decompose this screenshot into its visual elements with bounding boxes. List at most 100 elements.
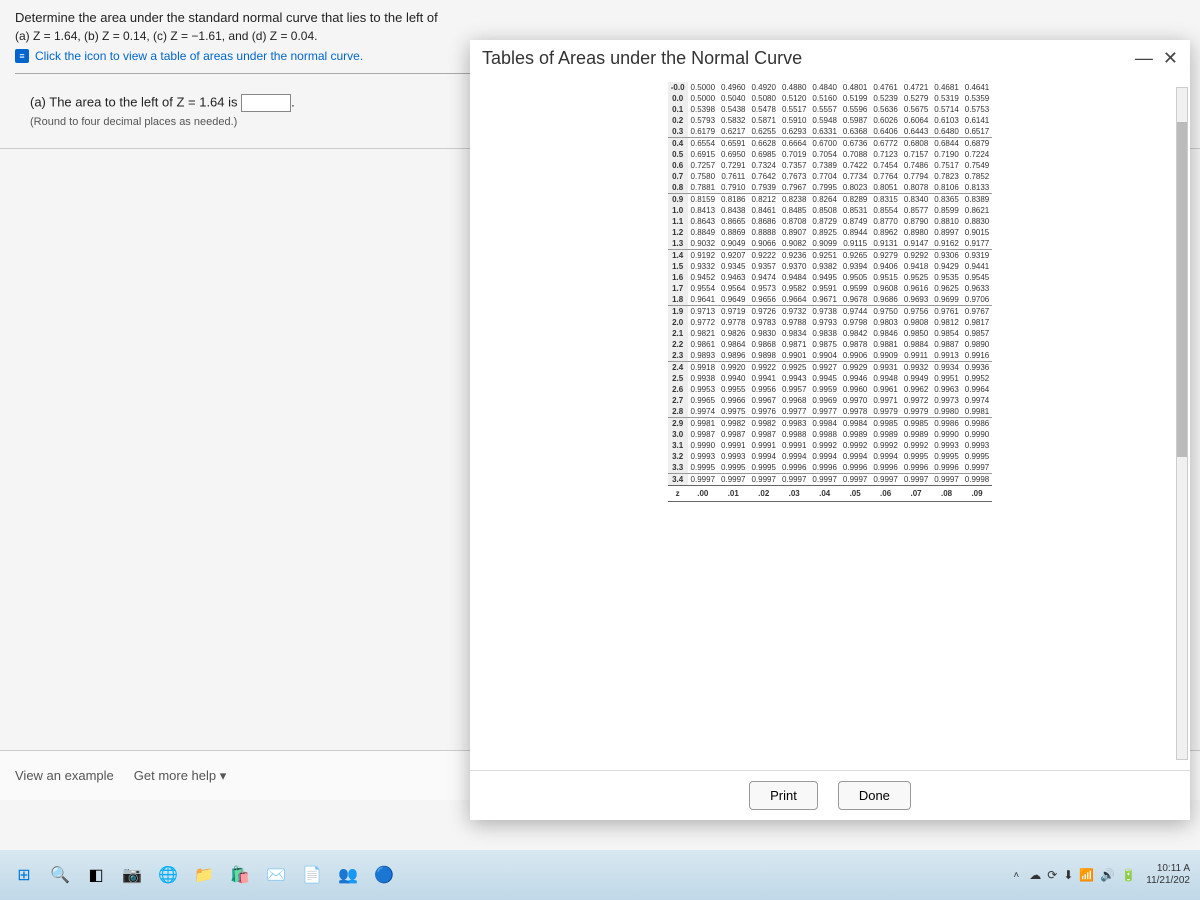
table-cell: 0.9909 (870, 350, 900, 362)
table-cell: 0.9996 (870, 462, 900, 474)
wifi-icon[interactable]: 📶 (1079, 868, 1094, 882)
table-cell: 0.9966 (718, 395, 748, 406)
print-button[interactable]: Print (749, 781, 818, 810)
explorer-icon[interactable]: 📁 (190, 861, 218, 889)
z-value: 3.4 (668, 474, 688, 486)
sync-icon[interactable]: ⟳ (1047, 868, 1057, 882)
table-cell: 0.7549 (962, 160, 992, 171)
office-icon[interactable]: 📄 (298, 861, 326, 889)
store-icon[interactable]: 🛍️ (226, 861, 254, 889)
table-cell: 0.9846 (870, 328, 900, 339)
table-cell: 0.6772 (870, 138, 900, 150)
table-cell: 0.9951 (931, 373, 961, 384)
table-cell: 0.5753 (962, 104, 992, 115)
chrome-icon[interactable]: 🔵 (370, 861, 398, 889)
battery-icon[interactable]: 🔋 (1121, 868, 1136, 882)
table-cell: 0.7054 (809, 149, 839, 160)
column-header: .02 (748, 486, 778, 502)
table-cell: 0.5398 (688, 104, 718, 115)
tray-chevron-icon[interactable]: ˄ (1013, 870, 1019, 881)
table-cell: 0.8264 (809, 194, 839, 206)
z-value: 0.8 (668, 182, 688, 194)
done-button[interactable]: Done (838, 781, 911, 810)
table-cell: 0.9960 (840, 384, 870, 395)
table-cell: 0.5478 (748, 104, 778, 115)
table-cell: 0.9988 (809, 429, 839, 440)
table-cell: 0.9279 (870, 250, 900, 262)
z-value: 1.7 (668, 283, 688, 294)
table-cell: 0.9783 (748, 317, 778, 328)
table-cell: 0.8810 (931, 216, 961, 227)
table-cell: 0.6808 (901, 138, 931, 150)
teams-icon[interactable]: 👥 (334, 861, 362, 889)
table-cell: 0.9980 (931, 406, 961, 418)
onedrive-icon[interactable]: ☁ (1029, 868, 1041, 882)
table-cell: 0.9772 (688, 317, 718, 328)
table-cell: 0.9222 (748, 250, 778, 262)
table-cell: 0.7642 (748, 171, 778, 182)
table-cell: 0.7454 (870, 160, 900, 171)
table-cell: 0.9887 (931, 339, 961, 350)
edge-icon[interactable]: 🌐 (154, 861, 182, 889)
clock[interactable]: 10:11 A 11/21/202 (1146, 863, 1190, 887)
table-cell: 0.9808 (901, 317, 931, 328)
table-cell: 0.9871 (779, 339, 809, 350)
start-icon[interactable]: ⊞ (10, 861, 38, 889)
z-value: 2.4 (668, 362, 688, 374)
table-cell: 0.9884 (901, 339, 931, 350)
table-row: 2.50.99380.99400.99410.99430.99450.99460… (668, 373, 992, 384)
table-cell: 0.8749 (840, 216, 870, 227)
table-cell: 0.6217 (718, 126, 748, 138)
table-cell: 0.9995 (901, 451, 931, 462)
column-header: .07 (901, 486, 931, 502)
table-cell: 0.9192 (688, 250, 718, 262)
table-cell: 0.9452 (688, 272, 718, 283)
z-value: 3.2 (668, 451, 688, 462)
table-cell: 0.9788 (779, 317, 809, 328)
view-example-link[interactable]: View an example (15, 768, 114, 783)
table-cell: 0.9969 (809, 395, 839, 406)
table-cell: 0.5239 (870, 93, 900, 104)
table-cell: 0.8997 (931, 227, 961, 238)
table-cell: 0.9292 (901, 250, 931, 262)
z-value: 0.2 (668, 115, 688, 126)
get-help-link[interactable]: Get more help ▾ (134, 768, 227, 784)
table-cell: 0.9857 (962, 328, 992, 339)
table-cell: 0.9974 (962, 395, 992, 406)
table-cell: 0.7190 (931, 149, 961, 160)
task-view-icon[interactable]: ◧ (82, 861, 110, 889)
camera-icon[interactable]: 📷 (118, 861, 146, 889)
table-row: 1.70.95540.95640.95730.95820.95910.95990… (668, 283, 992, 294)
table-cell: 0.9957 (779, 384, 809, 395)
table-cell: 0.9515 (870, 272, 900, 283)
table-row: 2.00.97720.97780.97830.97880.97930.97980… (668, 317, 992, 328)
table-row: 3.10.99900.99910.99910.99910.99920.99920… (668, 440, 992, 451)
table-cell: 0.9991 (748, 440, 778, 451)
minimize-icon[interactable]: — (1135, 48, 1153, 69)
close-icon[interactable]: ✕ (1163, 48, 1178, 69)
scroll-thumb[interactable] (1177, 122, 1187, 458)
mail-icon[interactable]: ✉️ (262, 861, 290, 889)
table-cell: 0.6664 (779, 138, 809, 150)
table-cell: 0.6406 (870, 126, 900, 138)
table-cell: 0.9834 (779, 328, 809, 339)
table-cell: 0.9997 (809, 474, 839, 486)
table-row: 3.20.99930.99930.99940.99940.99940.99940… (668, 451, 992, 462)
search-icon[interactable]: 🔍 (46, 861, 74, 889)
scrollbar[interactable] (1176, 87, 1188, 760)
table-cell: 0.9898 (748, 350, 778, 362)
table-cell: 0.5517 (779, 104, 809, 115)
table-row: 2.80.99740.99750.99760.99770.99770.99780… (668, 406, 992, 418)
table-cell: 0.8340 (901, 194, 931, 206)
answer-input[interactable] (241, 94, 291, 112)
z-value: 1.1 (668, 216, 688, 227)
modal-title: Tables of Areas under the Normal Curve (482, 48, 802, 69)
download-icon[interactable]: ⬇ (1063, 868, 1073, 882)
table-cell: 0.9938 (688, 373, 718, 384)
table-cell: 0.8643 (688, 216, 718, 227)
volume-icon[interactable]: 🔊 (1100, 868, 1115, 882)
table-cell: 0.6026 (870, 115, 900, 126)
table-row: 1.80.96410.96490.96560.96640.96710.96780… (668, 294, 992, 306)
table-cell: 0.9959 (809, 384, 839, 395)
table-cell: 0.9306 (931, 250, 961, 262)
